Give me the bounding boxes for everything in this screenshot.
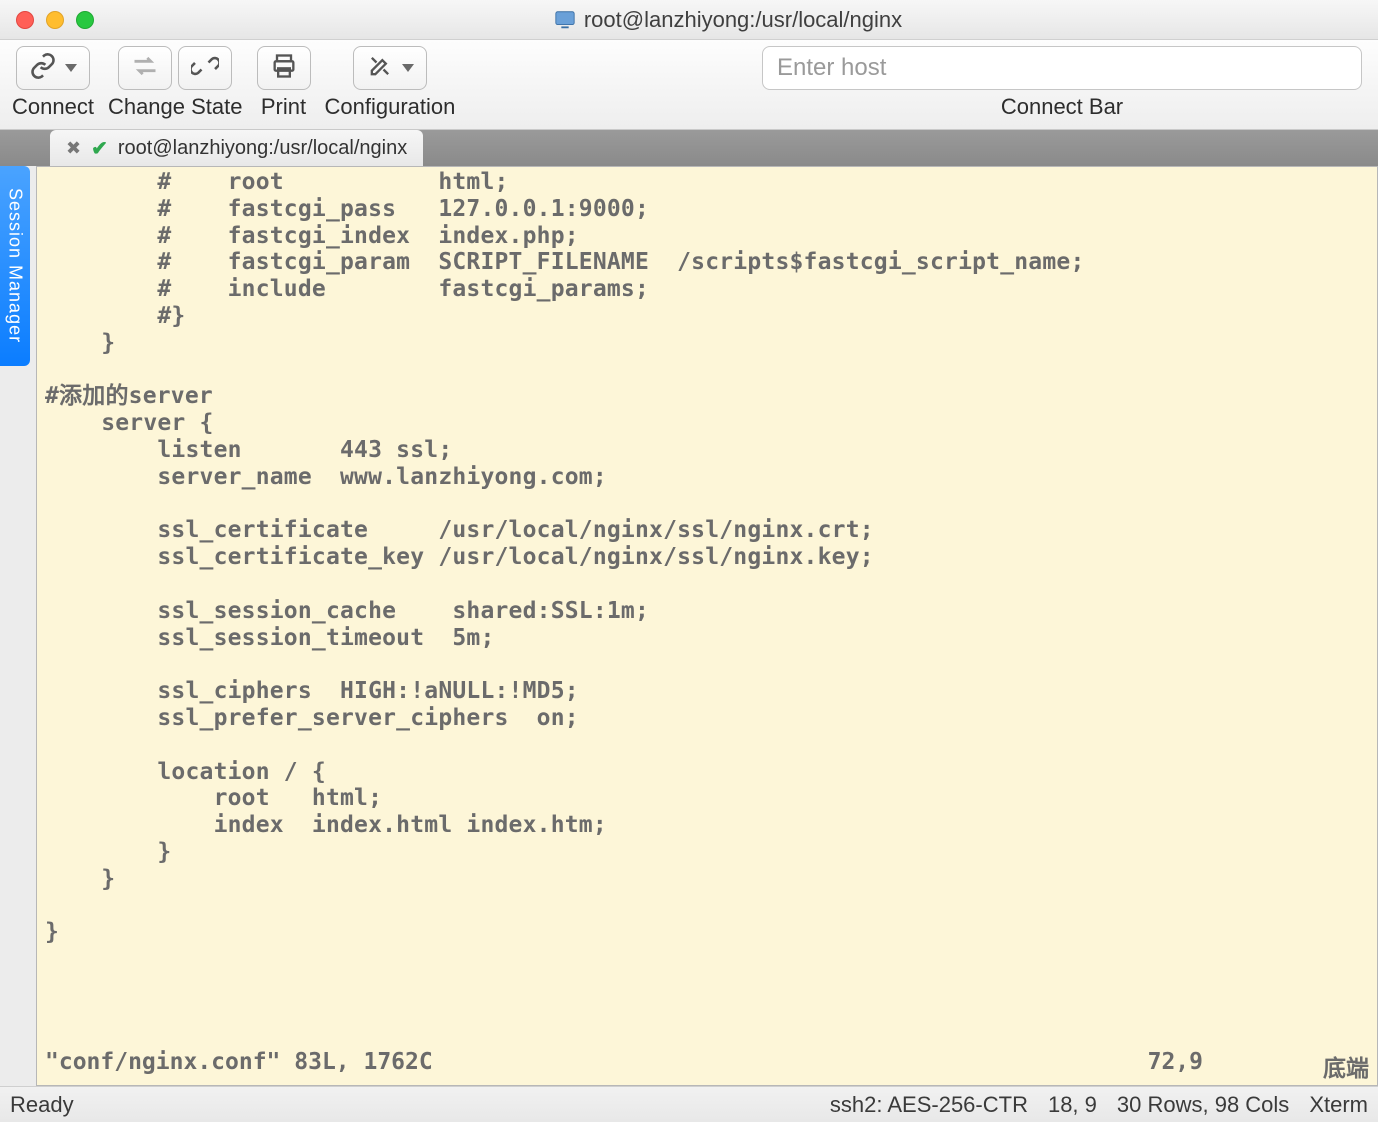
reconnect-icon	[131, 52, 159, 85]
disconnect-button[interactable]	[178, 46, 232, 90]
vim-status-line: "conf/nginx.conf" 83L, 1762C 72,9 底端	[45, 1049, 1369, 1083]
session-manager-tab[interactable]: Session Manager	[0, 166, 30, 366]
status-cursor: 18, 9	[1048, 1092, 1097, 1118]
configuration-label: Configuration	[325, 94, 456, 120]
chevron-down-icon	[402, 64, 414, 72]
close-window-button[interactable]	[16, 11, 34, 29]
zoom-window-button[interactable]	[76, 11, 94, 29]
connect-bar-label: Connect Bar	[1001, 94, 1123, 120]
window-controls	[16, 11, 94, 29]
connected-check-icon: ✔	[91, 136, 108, 161]
reconnect-button[interactable]	[118, 46, 172, 90]
broken-link-icon	[191, 52, 219, 85]
minimize-window-button[interactable]	[46, 11, 64, 29]
vim-cursor-pos: 72,9	[1148, 1049, 1203, 1083]
configuration-button[interactable]	[353, 46, 427, 90]
tools-icon	[366, 52, 394, 85]
window-titlebar: root@lanzhiyong:/usr/local/nginx	[0, 0, 1378, 40]
connect-label: Connect	[12, 94, 94, 120]
toolbar: Connect Change State Print Configura	[0, 40, 1378, 130]
status-term: Xterm	[1309, 1092, 1368, 1118]
vim-file-info: "conf/nginx.conf" 83L, 1762C	[45, 1049, 433, 1083]
connect-button[interactable]	[16, 46, 90, 90]
terminal-content[interactable]: # root html; # fastcgi_pass 127.0.0.1:90…	[45, 169, 1369, 946]
print-label: Print	[261, 94, 306, 120]
session-tab[interactable]: ✖ ✔ root@lanzhiyong:/usr/local/nginx	[50, 130, 423, 166]
status-dims: 30 Rows, 98 Cols	[1117, 1092, 1289, 1118]
app-icon	[554, 9, 576, 31]
status-bar: Ready ssh2: AES-256-CTR 18, 9 30 Rows, 9…	[0, 1086, 1378, 1122]
terminal-pane[interactable]: # root html; # fastcgi_pass 127.0.0.1:90…	[36, 166, 1378, 1086]
change-state-label: Change State	[108, 94, 243, 120]
tab-strip: ✖ ✔ root@lanzhiyong:/usr/local/nginx	[0, 130, 1378, 166]
status-ready: Ready	[10, 1092, 74, 1118]
link-icon	[29, 52, 57, 85]
print-button[interactable]	[257, 46, 311, 90]
close-tab-icon[interactable]: ✖	[66, 138, 81, 159]
tab-title: root@lanzhiyong:/usr/local/nginx	[118, 137, 407, 160]
printer-icon	[270, 52, 298, 85]
vim-scroll-pos: 底端	[1323, 1049, 1369, 1083]
status-cipher: ssh2: AES-256-CTR	[830, 1092, 1028, 1118]
window-title: root@lanzhiyong:/usr/local/nginx	[584, 7, 902, 33]
session-manager-label: Session Manager	[5, 188, 26, 343]
host-input[interactable]	[762, 46, 1362, 90]
chevron-down-icon	[65, 64, 77, 72]
